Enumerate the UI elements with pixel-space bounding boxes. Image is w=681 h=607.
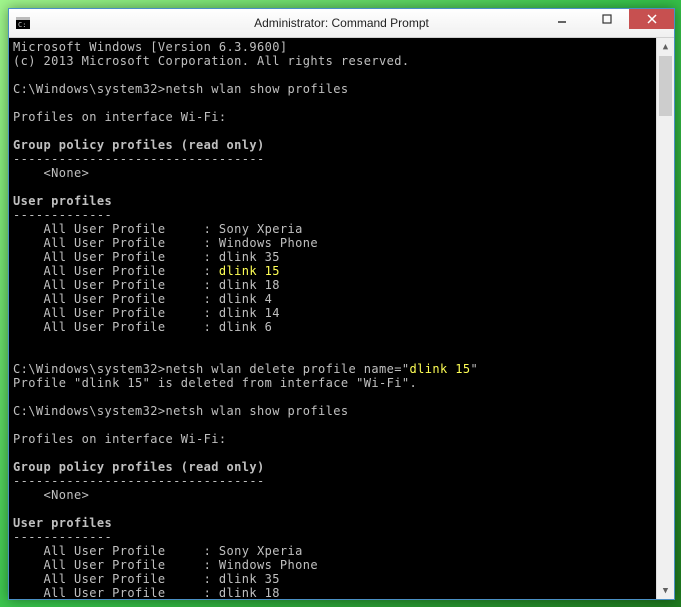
profile-name-highlight: dlink 15 — [219, 264, 280, 278]
scroll-thumb[interactable] — [659, 56, 672, 116]
terminal-area: Microsoft Windows [Version 6.3.9600] (c)… — [9, 38, 674, 599]
prompt: C:\Windows\system32> — [13, 404, 166, 418]
profile-name: dlink 14 — [219, 306, 280, 320]
group-policy-heading: Group policy profiles (read only) — [13, 460, 265, 474]
colon: : — [196, 250, 219, 264]
colon: : — [196, 558, 219, 572]
delete-result-line: Profile "dlink 15" is deleted from inter… — [13, 376, 417, 390]
user-profiles-heading: User profiles — [13, 194, 112, 208]
profile-label: All User Profile — [13, 236, 166, 250]
vertical-scrollbar[interactable]: ▲ ▼ — [656, 38, 674, 599]
close-button[interactable] — [629, 9, 674, 29]
profile-label: All User Profile — [13, 222, 166, 236]
colon: : — [196, 292, 219, 306]
command-delete-target: dlink 15 — [410, 362, 471, 376]
profile-name: dlink 18 — [219, 586, 280, 599]
minimize-button[interactable] — [539, 9, 584, 29]
command-delete-suffix: " — [471, 362, 479, 376]
cmd-icon: C: — [15, 15, 31, 31]
profile-name: dlink 4 — [219, 292, 272, 306]
profile-label: All User Profile — [13, 292, 166, 306]
group-policy-underline: --------------------------------- — [13, 474, 265, 488]
profiles-interface-line: Profiles on interface Wi-Fi: — [13, 110, 227, 124]
profile-name: Sony Xperia — [219, 544, 303, 558]
profile-label: All User Profile — [13, 320, 166, 334]
command-show-profiles: netsh wlan show profiles — [166, 404, 349, 418]
profile-name: dlink 18 — [219, 278, 280, 292]
profile-name: Windows Phone — [219, 558, 318, 572]
group-policy-none: <None> — [13, 166, 89, 180]
colon: : — [196, 544, 219, 558]
profile-label: All User Profile — [13, 586, 166, 599]
scroll-up-arrow-icon[interactable]: ▲ — [657, 38, 674, 55]
group-policy-none: <None> — [13, 488, 89, 502]
user-profiles-underline: ------------- — [13, 530, 112, 544]
window-controls — [539, 9, 674, 37]
profile-label: All User Profile — [13, 264, 166, 278]
colon: : — [196, 306, 219, 320]
profile-name: dlink 6 — [219, 320, 272, 334]
user-profiles-heading: User profiles — [13, 516, 112, 530]
profile-name: dlink 35 — [219, 250, 280, 264]
profiles-interface-line: Profiles on interface Wi-Fi: — [13, 432, 227, 446]
command-delete-prefix: netsh wlan delete profile name=" — [166, 362, 410, 376]
profile-name: Sony Xperia — [219, 222, 303, 236]
profile-name: dlink 35 — [219, 572, 280, 586]
colon: : — [196, 278, 219, 292]
prompt: C:\Windows\system32> — [13, 362, 166, 376]
os-version-line: Microsoft Windows [Version 6.3.9600] — [13, 40, 288, 54]
titlebar: C: Administrator: Command Prompt — [9, 9, 674, 38]
profile-label: All User Profile — [13, 544, 166, 558]
group-policy-heading: Group policy profiles (read only) — [13, 138, 265, 152]
profile-name: Windows Phone — [219, 236, 318, 250]
colon: : — [196, 572, 219, 586]
command-show-profiles: netsh wlan show profiles — [166, 82, 349, 96]
colon: : — [196, 264, 219, 278]
svg-text:C:: C: — [18, 21, 26, 29]
profile-label: All User Profile — [13, 558, 166, 572]
terminal-output[interactable]: Microsoft Windows [Version 6.3.9600] (c)… — [9, 38, 656, 599]
prompt: C:\Windows\system32> — [13, 82, 166, 96]
colon: : — [196, 320, 219, 334]
colon: : — [196, 222, 219, 236]
command-prompt-window: C: Administrator: Command Prompt Microso… — [8, 8, 675, 600]
profile-label: All User Profile — [13, 572, 166, 586]
group-policy-underline: --------------------------------- — [13, 152, 265, 166]
colon: : — [196, 586, 219, 599]
user-profiles-underline: ------------- — [13, 208, 112, 222]
profile-label: All User Profile — [13, 278, 166, 292]
profile-label: All User Profile — [13, 306, 166, 320]
colon: : — [196, 236, 219, 250]
maximize-button[interactable] — [584, 9, 629, 29]
copyright-line: (c) 2013 Microsoft Corporation. All righ… — [13, 54, 409, 68]
scroll-down-arrow-icon[interactable]: ▼ — [657, 582, 674, 599]
profile-label: All User Profile — [13, 250, 166, 264]
